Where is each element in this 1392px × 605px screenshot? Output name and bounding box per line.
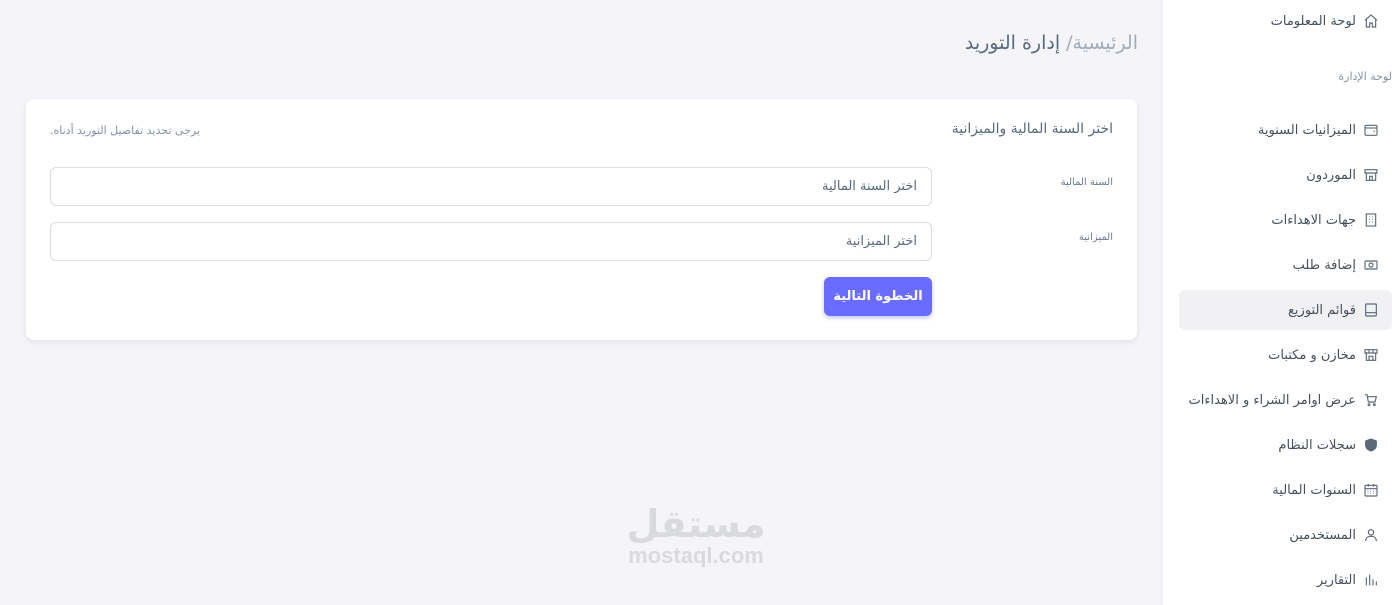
budget-placeholder: اختر الميزانية bbox=[845, 234, 917, 249]
sidebar-item-dashboard[interactable]: لوحة المعلومات bbox=[1163, 1, 1380, 41]
supply-selection-card: اختر السنة المالية والميزانية يرجى تحديد… bbox=[26, 99, 1137, 340]
sidebar-item-label: السنوات المالية bbox=[1272, 482, 1356, 498]
warehouse-icon bbox=[1362, 346, 1380, 364]
watermark-arabic: مستقل bbox=[626, 502, 766, 546]
breadcrumb-home-link[interactable]: الرئيسية/ bbox=[1066, 32, 1138, 54]
bar-chart-icon bbox=[1362, 571, 1380, 589]
fiscal-year-select[interactable]: اختر السنة المالية bbox=[50, 167, 932, 206]
sidebar-item-label: لوحة المعلومات bbox=[1270, 13, 1356, 29]
building-icon bbox=[1362, 211, 1380, 229]
sidebar-item-donors[interactable]: جهات الاهداءات bbox=[1163, 200, 1380, 240]
sidebar-item-label: الموردون bbox=[1306, 167, 1356, 183]
card-title: اختر السنة المالية والميزانية bbox=[951, 121, 1113, 137]
store-icon bbox=[1362, 166, 1380, 184]
cash-icon bbox=[1362, 256, 1380, 274]
next-step-button[interactable]: الخطوة التالية bbox=[824, 277, 932, 316]
user-icon bbox=[1362, 526, 1380, 544]
shield-icon bbox=[1362, 436, 1380, 454]
sidebar-item-label: الميزانيات السنوية bbox=[1257, 122, 1356, 138]
sidebar-item-warehouses[interactable]: مخازن و مكتبات bbox=[1163, 335, 1380, 375]
sidebar-item-label: المستخدمين bbox=[1289, 527, 1356, 543]
sidebar-item-label: جهات الاهداءات bbox=[1271, 212, 1356, 228]
sidebar-item-label: عرض اوامر الشراء و الاهداءات bbox=[1188, 392, 1356, 408]
sidebar-item-label: التقارير bbox=[1316, 572, 1356, 588]
sidebar-item-users[interactable]: المستخدمين bbox=[1163, 515, 1380, 555]
sidebar-item-label: إضافة طلب bbox=[1292, 257, 1356, 273]
sidebar-item-label: سجلات النظام bbox=[1278, 437, 1356, 453]
sidebar-item-reports[interactable]: التقارير bbox=[1163, 560, 1380, 600]
sidebar-item-label: مخازن و مكتبات bbox=[1268, 347, 1356, 363]
budget-select[interactable]: اختر الميزانية bbox=[50, 222, 932, 261]
sidebar-item-distribution-lists[interactable]: قوائم التوزيع bbox=[1179, 290, 1392, 330]
breadcrumb: الرئيسية/ إدارة التوريد bbox=[965, 32, 1138, 54]
watermark-latin: mostaql.com bbox=[628, 543, 764, 568]
watermark-logo: مستقل mostaql.com bbox=[605, 505, 787, 569]
sidebar-item-add-request[interactable]: إضافة طلب bbox=[1163, 245, 1380, 285]
book-icon bbox=[1362, 301, 1380, 319]
sidebar-item-suppliers[interactable]: الموردون bbox=[1163, 155, 1380, 195]
sidebar-item-fiscal-years[interactable]: السنوات المالية bbox=[1163, 470, 1380, 510]
page-title: إدارة التوريد bbox=[964, 32, 1061, 54]
sidebar-section-label: لوحة الإدارة bbox=[1338, 70, 1392, 83]
sidebar-item-system-logs[interactable]: سجلات النظام bbox=[1163, 425, 1380, 465]
sidebar-item-annual-budgets[interactable]: الميزانيات السنوية bbox=[1163, 110, 1380, 150]
cart-icon bbox=[1362, 391, 1380, 409]
sidebar: لوحة المعلومات لوحة الإدارة الميزانيات ا… bbox=[1163, 0, 1392, 605]
card-hint: يرجى تحديد تفاصيل التوريد أدناه. bbox=[50, 124, 201, 137]
sidebar-item-label: قوائم التوزيع bbox=[1288, 302, 1356, 318]
wallet-icon bbox=[1362, 121, 1380, 139]
home-icon bbox=[1362, 12, 1380, 30]
calendar-icon bbox=[1362, 481, 1380, 499]
fiscal-year-placeholder: اختر السنة المالية bbox=[822, 179, 917, 194]
fiscal-year-label: السنة المالية bbox=[1060, 177, 1113, 188]
sidebar-item-purchase-orders[interactable]: عرض اوامر الشراء و الاهداءات bbox=[1163, 380, 1380, 420]
budget-label: الميزانية bbox=[1078, 232, 1113, 243]
